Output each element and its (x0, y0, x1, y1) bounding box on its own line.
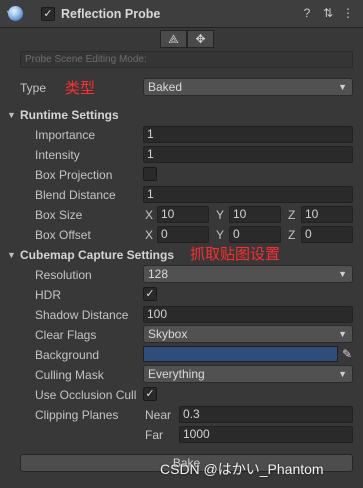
hdr-label: HDR (35, 288, 61, 302)
box-size-label: Box Size (35, 208, 83, 222)
culling-mask-value: Everything (148, 367, 205, 381)
box-projection-label: Box Projection (35, 168, 113, 182)
hdr-checkbox[interactable]: ✓ (143, 287, 157, 301)
far-field[interactable]: 1000 (179, 426, 353, 443)
type-dropdown[interactable]: Baked ▼ (143, 78, 353, 96)
type-label: Type (20, 81, 47, 95)
move-origin-icon: ✥ (195, 32, 206, 46)
chevron-down-icon: ▼ (338, 82, 347, 92)
context-menu-icon[interactable]: ⋮ (341, 6, 355, 20)
clear-flags-dropdown[interactable]: Skybox ▼ (143, 325, 353, 343)
near-field[interactable]: 0.3 (179, 406, 353, 423)
runtime-settings-header[interactable]: Runtime Settings (20, 107, 119, 123)
background-label: Background (35, 348, 100, 362)
chevron-down-icon: ▼ (338, 369, 347, 379)
watermark: CSDN @はかい_Phantom (160, 461, 324, 477)
box-offset-y-label: Y (216, 228, 225, 242)
cubemap-foldout-icon[interactable]: ▼ (7, 247, 16, 263)
edit-bounds-icon: ⟁ (168, 32, 179, 46)
resolution-dropdown[interactable]: 128 ▼ (143, 265, 353, 283)
help-icon[interactable]: ? (300, 6, 314, 20)
culling-mask-label: Culling Mask (35, 368, 104, 382)
type-value: Baked (148, 80, 183, 94)
type-annotation: 类型 (65, 80, 96, 97)
box-size-y-label: Y (216, 208, 225, 222)
importance-label: Importance (35, 128, 96, 142)
box-offset-label: Box Offset (35, 228, 91, 242)
near-label: Near (145, 408, 172, 422)
box-offset-z-label: Z (288, 228, 296, 242)
culling-mask-dropdown[interactable]: Everything ▼ (143, 365, 353, 383)
box-offset-x-label: X (145, 228, 154, 242)
box-size-x-field[interactable]: 10 (157, 206, 209, 223)
intensity-label: Intensity (35, 148, 80, 162)
intensity-field[interactable]: 1 (143, 146, 353, 163)
background-color-field[interactable] (143, 346, 338, 362)
chevron-down-icon: ▼ (338, 269, 347, 279)
far-label: Far (145, 428, 163, 442)
edit-bounds-button[interactable]: ⟁ (160, 30, 187, 48)
move-origin-button[interactable]: ✥ (187, 30, 214, 48)
occlusion-cull-checkbox[interactable]: ✓ (143, 387, 157, 401)
reflection-probe-icon (8, 6, 23, 21)
box-size-y-field[interactable]: 10 (229, 206, 281, 223)
box-offset-y-field[interactable]: 0 (229, 226, 281, 243)
occlusion-cull-label: Use Occlusion Cull (35, 388, 137, 402)
importance-field[interactable]: 1 (143, 126, 353, 143)
box-size-z-field[interactable]: 10 (301, 206, 353, 223)
blend-distance-label: Blend Distance (35, 188, 116, 202)
blend-distance-field[interactable]: 1 (143, 186, 353, 203)
box-size-x-label: X (145, 208, 154, 222)
eyedropper-icon[interactable]: ✎ (340, 346, 354, 362)
box-offset-x-field[interactable]: 0 (157, 226, 209, 243)
cubemap-settings-header[interactable]: Cubemap Capture Settings (20, 247, 174, 263)
box-projection-checkbox[interactable] (143, 167, 157, 181)
resolution-value: 128 (148, 267, 169, 281)
component-enabled-checkbox[interactable]: ✓ (41, 7, 55, 21)
runtime-foldout-icon[interactable]: ▼ (7, 107, 16, 123)
scene-editing-mode-box: Probe Scene Editing Mode: (20, 51, 353, 68)
presets-icon[interactable]: ⇅ (321, 6, 335, 20)
component-title: Reflection Probe (61, 7, 161, 21)
resolution-label: Resolution (35, 268, 92, 282)
clear-flags-label: Clear Flags (35, 328, 97, 342)
box-offset-z-field[interactable]: 0 (301, 226, 353, 243)
clear-flags-value: Skybox (148, 327, 188, 341)
shadow-distance-label: Shadow Distance (35, 308, 129, 322)
clipping-planes-label: Clipping Planes (35, 408, 119, 422)
chevron-down-icon: ▼ (338, 329, 347, 339)
shadow-distance-field[interactable]: 100 (143, 306, 353, 323)
box-size-z-label: Z (288, 208, 296, 222)
cubemap-annotation: 抓取贴图设置 (190, 246, 281, 263)
